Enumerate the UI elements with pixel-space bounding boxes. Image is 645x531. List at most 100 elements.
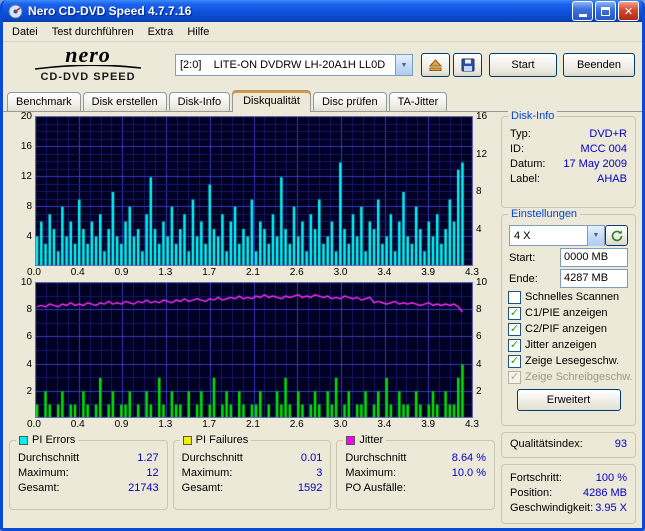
stat-label: Gesamt: (18, 481, 60, 494)
minimize-button[interactable] (572, 1, 593, 21)
stat-value: 0.01 (300, 451, 323, 464)
end-field-label: Ende: (509, 272, 538, 285)
pi-errors-y-axis-right: 4 8 12 16 (476, 111, 488, 235)
checkbox-icon: ✓ (508, 306, 521, 320)
minimize-icon (578, 14, 587, 17)
checkbox-icon: ✓ (508, 354, 521, 368)
eject-button[interactable] (421, 53, 450, 77)
settings-box: Einstellungen 4 X ▼ Start: 0000 MB Ende:… (501, 208, 636, 426)
disk-info-value: MCC 004 (580, 142, 627, 155)
window-title: Nero CD-DVD Speed 4.7.7.16 (28, 4, 192, 18)
menu-datei[interactable]: Datei (5, 23, 45, 41)
jitter-stats-title: Jitter (359, 434, 384, 446)
jitter-legend-icon (346, 435, 356, 445)
pi-errors-x-axis: 0.0 0.4 0.9 1.3 1.7 2.1 2.6 3.0 3.4 3.9 4.3 (27, 267, 479, 278)
chevron-down-icon: ▼ (592, 232, 600, 239)
charts-column: 4 8 12 16 20 4 8 12 16 0.0 0.4 0.9 1.3 1.7 2.1 2.6 3.0… (9, 111, 496, 525)
speed-select[interactable]: 4 X ▼ (509, 225, 605, 246)
menu-bar: Datei Test durchführen Extra Hilfe (3, 22, 642, 42)
tab-disk-erstellen[interactable]: Disk erstellen (82, 92, 167, 111)
start-field[interactable]: 0000 MB (560, 248, 628, 267)
checkbox-zeige-lesegeschw[interactable]: ✓ Zeige Lesegeschw. (507, 353, 630, 369)
main-content: 4 8 12 16 20 4 8 12 16 0.0 0.4 0.9 1.3 1.7 2.1 2.6 3.0… (3, 110, 642, 525)
title-bar[interactable]: Nero CD-DVD Speed 4.7.7.16 ✕ (3, 0, 642, 22)
checkbox-c2-pif-anzeigen[interactable]: ✓ C2/PIF anzeigen (507, 321, 630, 337)
disk-info-label: ID: (510, 142, 525, 155)
checkbox-icon: ✓ (508, 338, 521, 352)
tab-benchmark[interactable]: Benchmark (7, 92, 81, 111)
stats-row: PI Errors Durchschnitt 1.27 Maximum: 12 Ge… (9, 434, 496, 510)
pi-errors-stats-title: PI Errors (32, 434, 76, 446)
stat-label: Maximum: (181, 466, 233, 479)
disk-info-value: DVD+R (589, 127, 627, 140)
tab-diskqualitaet[interactable]: Diskqualität (232, 90, 311, 112)
menu-hilfe[interactable]: Hilfe (180, 23, 216, 41)
stat-label: Durchschnitt (18, 451, 80, 464)
pi-failures-stats-title: PI Failures (195, 434, 249, 446)
save-icon (461, 58, 474, 72)
checkbox-schnelles-scannen[interactable]: ✓ Schnelles Scannen (507, 289, 630, 305)
save-button[interactable] (453, 53, 482, 77)
speed-select-value: 4 X (514, 229, 531, 242)
progress-label: Fortschritt: (510, 471, 562, 484)
stat-label: Durchschnitt (181, 451, 243, 464)
disk-info-value: AHAB (597, 172, 627, 185)
app-window: Nero CD-DVD Speed 4.7.7.16 ✕ Datei Test … (0, 0, 645, 531)
pi-failures-legend-icon (182, 435, 192, 445)
start-button[interactable]: Start (489, 53, 557, 77)
stat-value: 10.0 % (451, 466, 487, 479)
pi-failures-y-axis-right: 2 4 6 8 10 (476, 277, 488, 397)
pi-failures-stats-box: PI Failures Durchschnitt 0.01 Maximum: 3 G… (172, 434, 332, 510)
progress-value: 100 % (595, 471, 627, 484)
stat-value: 21743 (128, 481, 159, 494)
refresh-button[interactable] (605, 225, 628, 246)
settings-title: Einstellungen (508, 208, 581, 220)
chevron-down-icon: ▼ (400, 61, 408, 69)
tab-disc-pruefen[interactable]: Disc prüfen (312, 92, 387, 111)
stat-value: 8.64 % (451, 451, 487, 464)
menu-extra[interactable]: Extra (141, 23, 181, 41)
pi-failures-x-axis: 0.0 0.4 0.9 1.3 1.7 2.1 2.6 3.0 3.4 3.9 4.3 (27, 419, 479, 430)
close-button[interactable]: ✕ (618, 1, 639, 21)
stat-value: 1.27 (137, 451, 159, 464)
advanced-button[interactable]: Erweitert (516, 389, 621, 411)
refresh-icon (611, 229, 622, 241)
disk-info-title: Disk-Info (508, 110, 558, 122)
disk-info-label: Typ: (510, 127, 531, 140)
checkbox-icon: ✓ (508, 370, 521, 384)
drive-select-dropdown-button[interactable]: ▼ (395, 55, 412, 75)
stat-label: PO Ausfälle: (345, 481, 406, 494)
checkbox-c1-pie-anzeigen[interactable]: ✓ C1/PIE anzeigen (507, 305, 630, 321)
tab-ta-jitter[interactable]: TA-Jitter (388, 92, 448, 111)
quit-button[interactable]: Beenden (563, 53, 635, 77)
quality-index-box: Qualitätsindex: 93 (501, 432, 636, 458)
pi-errors-stats-box: PI Errors Durchschnitt 1.27 Maximum: 12 Ge… (9, 434, 168, 510)
end-field[interactable]: 4287 MB (560, 269, 628, 288)
speed-select-dropdown-button[interactable]: ▼ (587, 225, 604, 246)
jitter-stats-box: Jitter Durchschnitt 8.64 % Maximum: 10.0 %… (336, 434, 496, 510)
tab-disk-info[interactable]: Disk-Info (168, 92, 231, 111)
disk-info-box: Disk-Info Typ: DVD+R ID: MCC 004 Datum: 17 … (501, 110, 636, 208)
stat-label: Durchschnitt (345, 451, 407, 464)
maximize-icon (601, 6, 610, 16)
speed-label: Geschwindigkeit: (510, 501, 594, 514)
stat-label: Maximum: (345, 466, 397, 479)
pi-errors-legend-icon (19, 435, 28, 445)
start-field-label: Start: (509, 251, 536, 264)
checkbox-jitter-anzeigen[interactable]: ✓ Jitter anzeigen (507, 337, 630, 353)
menu-test-durchfuehren[interactable]: Test durchführen (45, 23, 141, 41)
drive-select[interactable]: [2:0] LITE-ON DVDRW LH-20A1H LL0D ▼ (175, 54, 413, 76)
maximize-button[interactable] (595, 1, 616, 21)
quality-index-value: 93 (614, 438, 627, 450)
nero-logo-text: nero (65, 42, 111, 67)
disk-info-value: 17 May 2009 (563, 157, 627, 170)
nero-logo: nero CD-DVD SPEED (13, 42, 163, 83)
pi-errors-chart (35, 116, 473, 266)
quality-index-label: Qualitätsindex: (510, 438, 583, 450)
stat-value: 12 (146, 466, 159, 479)
stat-label: Gesamt: (181, 481, 224, 494)
stat-value: 3 (316, 466, 323, 479)
pi-failures-jitter-chart (35, 282, 473, 418)
eject-icon (428, 59, 443, 71)
disk-info-label: Label: (510, 172, 540, 185)
